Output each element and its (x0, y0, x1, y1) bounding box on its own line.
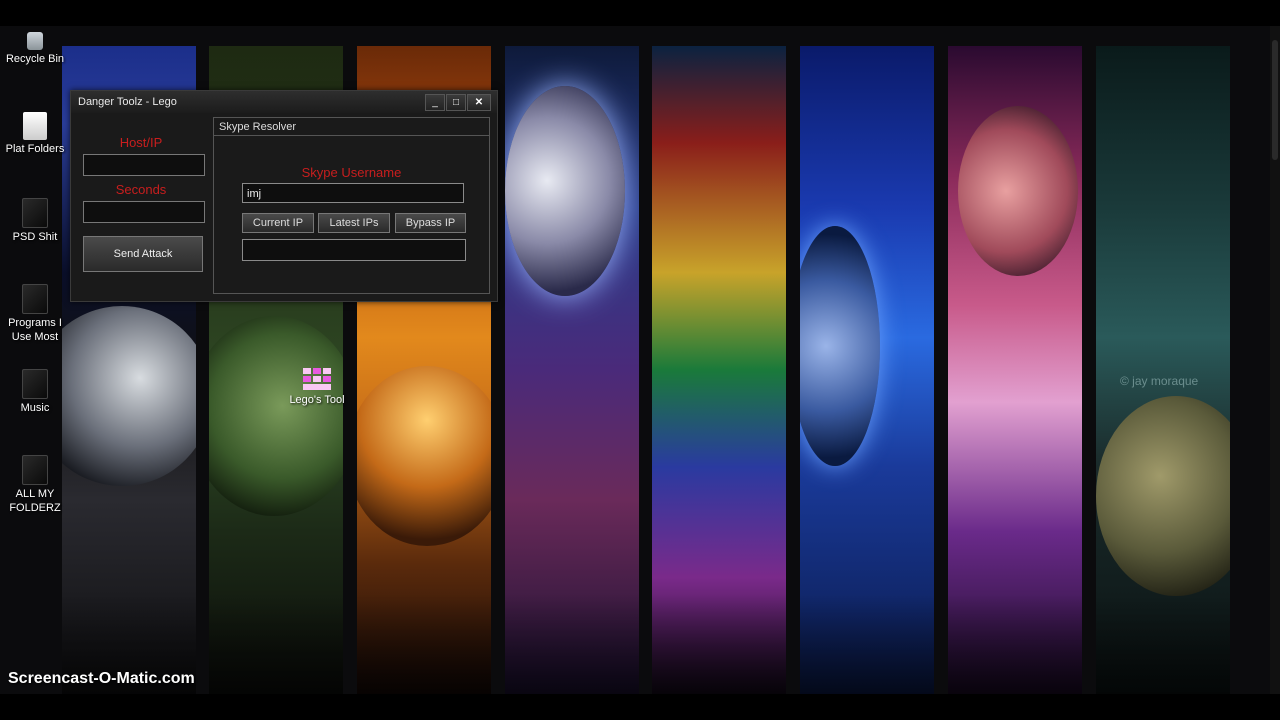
latest-ips-button[interactable]: Latest IPs (318, 213, 390, 233)
skype-resolver-group: Skype Resolver Skype Username imj Curren… (213, 117, 490, 294)
skype-username-input[interactable]: imj (242, 183, 464, 203)
desktop-icon-recycle-bin[interactable]: Recycle Bin (2, 32, 68, 66)
wallpaper-panel (652, 46, 786, 694)
folder-icon (22, 284, 48, 314)
desktop-icon-label: Plat Folders (5, 143, 65, 155)
wallpaper-panel (505, 46, 639, 694)
minimize-button[interactable]: _ (425, 94, 445, 111)
desktop-icon-programs[interactable]: Programs I Use Most (2, 284, 68, 344)
send-attack-button[interactable]: Send Attack (83, 236, 203, 272)
maximize-button[interactable]: □ (446, 94, 466, 111)
folder-icon (22, 198, 48, 228)
wallpaper-panel (1096, 46, 1230, 694)
window-title: Danger Toolz - Lego (78, 96, 177, 108)
attack-pane: Host/IP Seconds Send Attack (77, 119, 205, 291)
scrollbar-thumb[interactable] (1272, 40, 1278, 160)
wallpaper-panel (948, 46, 1082, 694)
desktop-icon-label: Lego's Tool (289, 394, 345, 406)
desktop-icon-label: Music (20, 402, 50, 414)
folder-icon (22, 455, 48, 485)
resolved-ip-output[interactable] (242, 239, 466, 261)
skype-resolver-title: Skype Resolver (214, 118, 489, 136)
desktop-icon-label: ALL MY FOLDERZ (9, 488, 61, 514)
window-titlebar[interactable]: Danger Toolz - Lego _ □ ✕ (71, 91, 497, 113)
desktop-icon-legos-tool[interactable]: Lego's Tool (284, 368, 350, 406)
desktop-icon-all-my-folderz[interactable]: ALL MY FOLDERZ (2, 455, 68, 515)
screencast-watermark: Screencast-O-Matic.com (8, 670, 195, 687)
host-ip-input[interactable] (83, 154, 205, 176)
scrollbar[interactable] (1270, 26, 1280, 694)
skype-username-label: Skype Username (301, 165, 402, 180)
seconds-label: Seconds (115, 182, 167, 197)
desktop-icon-music[interactable]: Music (2, 369, 68, 415)
folder-icon (23, 112, 47, 140)
folder-icon (22, 369, 48, 399)
close-button[interactable]: ✕ (467, 94, 491, 111)
wallpaper-panel (800, 46, 934, 694)
current-ip-button[interactable]: Current IP (242, 213, 314, 233)
desktop-icon-plat-folders[interactable]: Plat Folders (2, 112, 68, 156)
recycle-bin-icon (27, 32, 43, 50)
seconds-input[interactable] (83, 201, 205, 223)
host-ip-label: Host/IP (119, 135, 163, 150)
bypass-ip-button[interactable]: Bypass IP (395, 213, 466, 233)
danger-toolz-window: Danger Toolz - Lego _ □ ✕ Host/IP Second… (70, 90, 498, 302)
desktop-icon-label: PSD Shit (12, 231, 58, 243)
desktop-icon-label: Programs I Use Most (8, 317, 62, 343)
desktop-icon-label: Recycle Bin (5, 53, 65, 65)
lego-icon (303, 368, 331, 392)
desktop-icon-psd-shit[interactable]: PSD Shit (2, 198, 68, 244)
wallpaper-credit: © jay moraque (1120, 374, 1199, 388)
